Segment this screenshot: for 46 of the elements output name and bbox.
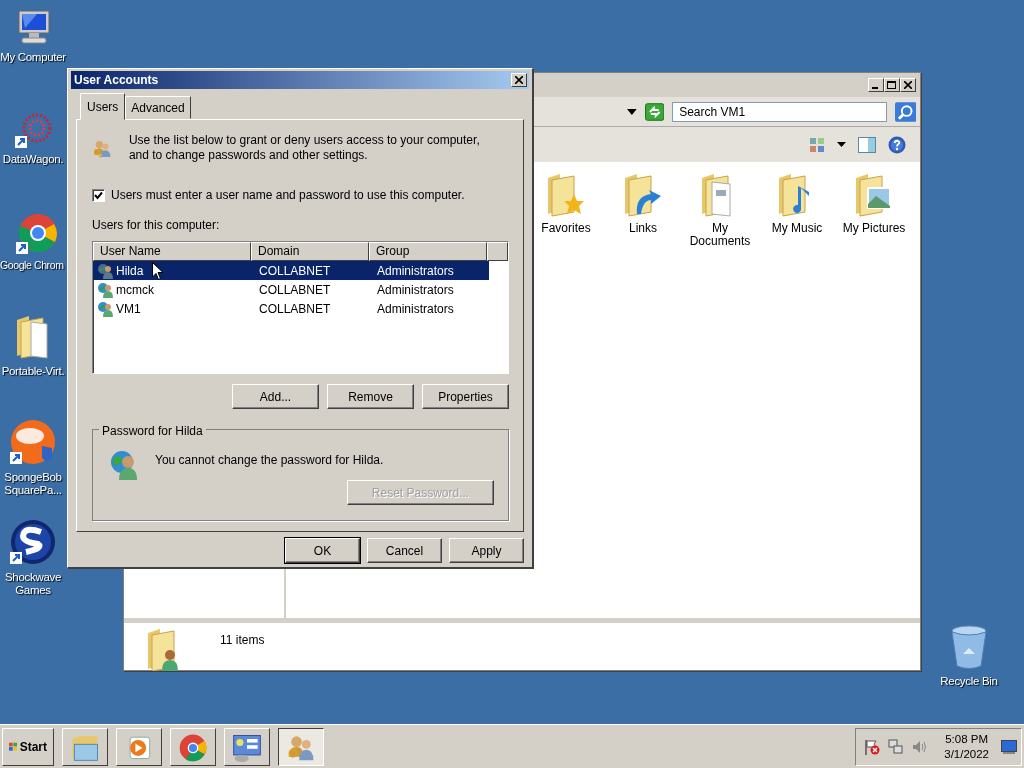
list-cell-text: COLLABNET bbox=[259, 300, 331, 318]
icon-label[interactable]: My Computer bbox=[0, 51, 66, 64]
checkbox-label: Users must enter a user name and password to use this computer. bbox=[111, 187, 465, 204]
list-cell-text: VM1 bbox=[116, 300, 141, 318]
password-message: You cannot change the password for Hilda. bbox=[155, 452, 384, 469]
folder-label[interactable]: My Documents bbox=[682, 222, 758, 248]
tab[interactable]: Users bbox=[80, 93, 126, 120]
icon-label[interactable]: Google Chrom bbox=[0, 259, 64, 272]
folder-label[interactable]: My Music bbox=[771, 222, 823, 235]
column-header[interactable]: Domain bbox=[251, 242, 369, 261]
list-cell-text: mcmck bbox=[116, 281, 154, 299]
clock-date[interactable]: 3/1/2022 bbox=[944, 746, 989, 762]
dialog-button[interactable]: Apply bbox=[449, 538, 524, 563]
folder-label[interactable]: Links bbox=[629, 222, 657, 235]
folder-label[interactable]: My Pictures bbox=[842, 222, 906, 235]
clock-time[interactable]: 5:08 PM bbox=[945, 731, 989, 747]
intro-text: Use the list below to grant or deny users access to your computer, and to change passwords and other settings. bbox=[128, 133, 481, 164]
user-list[interactable]: User Name Domain Group Hilda COLLABNET Administrators mcmck COLLABNET Administrators VM1 COLLABNET Administrators bbox=[92, 241, 509, 374]
icon-label[interactable]: Shockwave Games bbox=[0, 571, 66, 597]
start-button[interactable]: Start bbox=[2, 727, 54, 766]
search-field[interactable]: Search VM1 bbox=[672, 101, 887, 122]
list-label: Users for this computer: bbox=[92, 217, 221, 234]
list-row[interactable]: VM1 COLLABNET Administrators bbox=[93, 299, 489, 318]
list-cell-text: Administrators bbox=[377, 281, 454, 299]
icon-label[interactable]: DataWagon. bbox=[2, 153, 64, 166]
list-cell-text: Hilda bbox=[116, 262, 144, 280]
list-button[interactable]: Remove bbox=[327, 384, 414, 409]
list-row[interactable]: mcmck COLLABNET Administrators bbox=[93, 280, 489, 299]
list-button[interactable]: Add... bbox=[232, 384, 319, 409]
window-title: User Accounts bbox=[74, 72, 159, 89]
icon-label[interactable]: Portable-Virt. bbox=[1, 365, 65, 378]
list-cell-text: COLLABNET bbox=[259, 281, 331, 299]
list-cell-text: Administrators bbox=[377, 300, 454, 318]
list-cell-text: Administrators bbox=[377, 262, 454, 280]
icon-label[interactable]: SpongeBob SquarePa... bbox=[0, 471, 66, 497]
item-count: 11 items bbox=[220, 632, 265, 649]
column-header[interactable]: User Name bbox=[93, 242, 251, 261]
icon-label[interactable]: Recycle Bin bbox=[940, 675, 998, 688]
tab[interactable]: Advanced bbox=[125, 96, 191, 119]
list-cell-text: COLLABNET bbox=[259, 262, 331, 280]
dialog-button[interactable]: OK bbox=[285, 538, 360, 563]
list-row[interactable]: Hilda COLLABNET Administrators bbox=[93, 261, 489, 280]
column-header[interactable]: Group bbox=[369, 242, 487, 261]
folder-label[interactable]: Favorites bbox=[541, 222, 591, 235]
dialog-button[interactable]: Cancel bbox=[367, 538, 442, 563]
list-button[interactable]: Properties bbox=[422, 384, 509, 409]
